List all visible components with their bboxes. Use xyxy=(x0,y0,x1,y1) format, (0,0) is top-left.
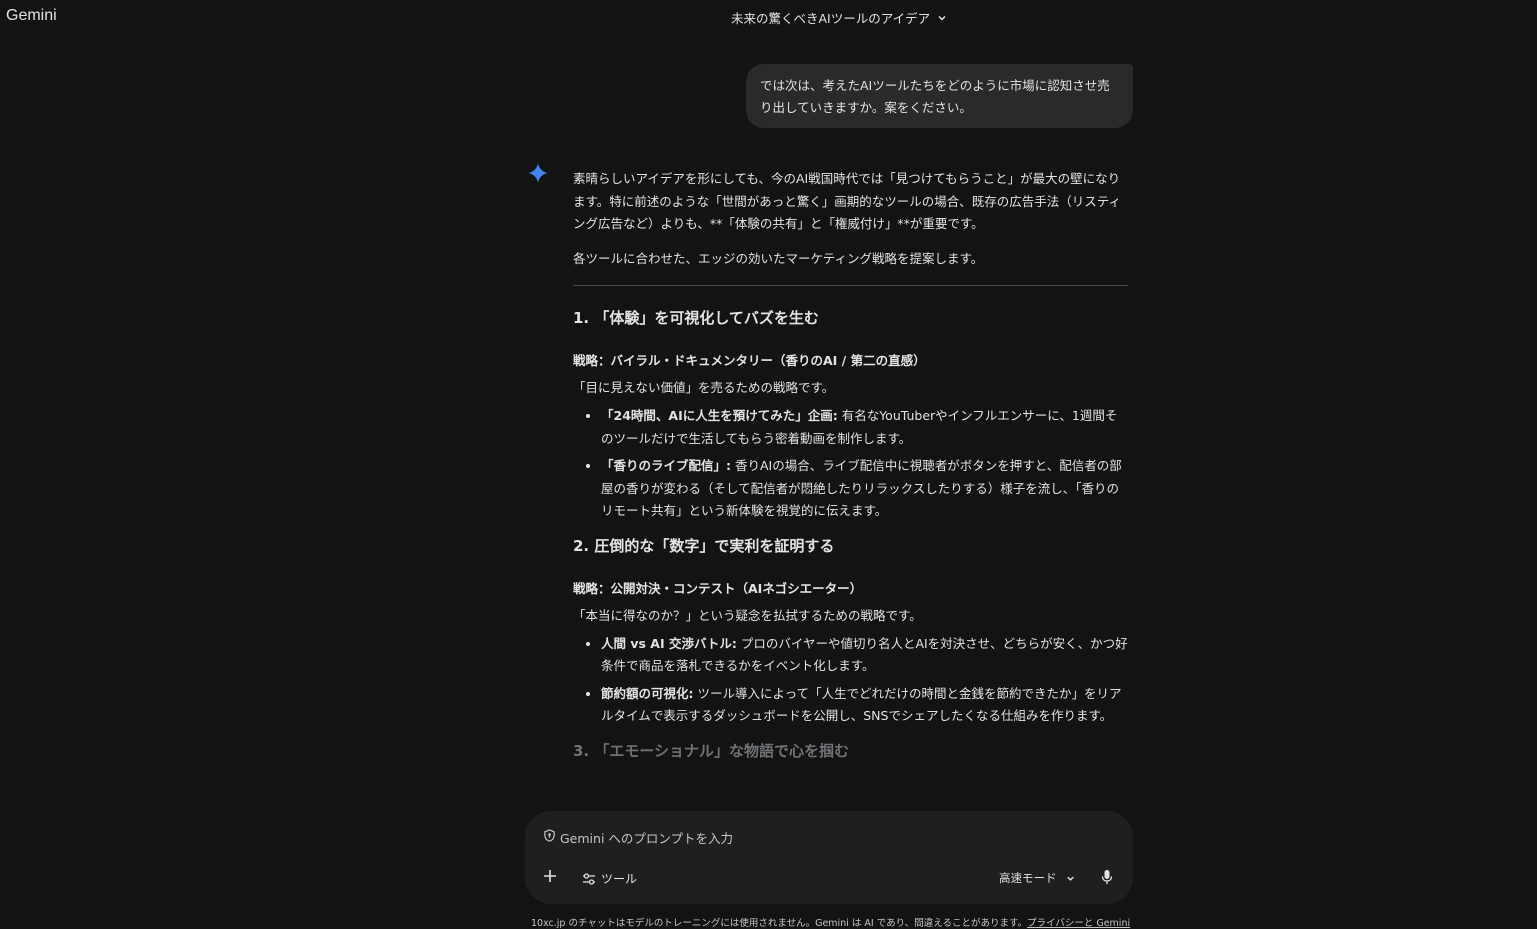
conversation-title-text: 未来の驚くべきAIツールのアイデア xyxy=(731,11,931,26)
shield-icon xyxy=(544,829,555,842)
privacy-link[interactable]: プライバシーと Gemini xyxy=(1027,918,1130,929)
bullet-list: 「24時間、AIに人生を預けてみた」企画: 有名なYouTuberやインフルエン… xyxy=(573,405,1128,523)
chevron-down-icon xyxy=(1066,876,1074,881)
bullet-title: 人間 vs AI 交渉バトル: xyxy=(601,635,737,651)
prompt-input[interactable]: Gemini へのプロンプトを入力 xyxy=(560,828,733,847)
add-button[interactable] xyxy=(541,867,559,885)
bullet-title: 「24時間、AIに人生を預けてみた」企画: xyxy=(601,408,838,423)
footer-disclaimer: 10xc.jp のチャットはモデルのトレーニングには使用されません。Gemini… xyxy=(531,915,1130,929)
section-strategy: 戦略：バイラル・ドキュメンタリー（香りのAI / 第二の直感） xyxy=(573,353,926,368)
conversation-title[interactable]: 未来の驚くべきAIツールのアイデア xyxy=(731,8,948,27)
response-intro: 素晴らしいアイデアを形にしても、今のAI戦国時代では「見つけてもらうこと」が最大… xyxy=(573,171,1122,231)
tools-label: ツール xyxy=(601,872,638,886)
section-lead: 「本当に得なのか？」という疑念を払拭するための戦略です。 xyxy=(573,607,922,623)
tools-button[interactable]: ツール xyxy=(582,870,637,887)
mode-selector[interactable]: 高速モード xyxy=(999,870,1076,886)
gemini-logo[interactable]: Gemini xyxy=(6,7,57,25)
gemini-spark-icon xyxy=(528,163,548,183)
section-heading: 1. 「体験」を可視化してバズを生む xyxy=(573,309,819,327)
list-item: 「24時間、AIに人生を預けてみた」企画: 有名なYouTuberやインフルエン… xyxy=(601,405,1128,450)
plus-icon xyxy=(544,870,556,882)
bullet-title: 節約額の可視化: xyxy=(601,685,694,701)
bullet-list: 人間 vs AI 交渉バトル: プロのバイヤーや値切り名人とAIを対決させ、どち… xyxy=(573,633,1128,728)
section-1: 1. 「体験」を可視化してバズを生む 戦略：バイラル・ドキュメンタリー（香りのA… xyxy=(573,304,1128,523)
response-intro-2: 各ツールに合わせた、エッジの効いたマーケティング戦略を提案します。 xyxy=(573,250,984,266)
tools-icon xyxy=(583,872,595,885)
section-2: 2. 圧倒的な「数字」で実利を証明する 戦略：公開対決・コンテスト（AIネゴシエ… xyxy=(573,532,1128,728)
prompt-input-box[interactable]: Gemini へのプロンプトを入力 ツール 高速モード xyxy=(525,811,1133,904)
divider xyxy=(573,285,1128,286)
model-response: 素晴らしいアイデアを形にしても、今のAI戦国時代では「見つけてもらうこと」が最大… xyxy=(573,168,1128,783)
section-lead: 「目に見えない価値」を売るための戦略です。 xyxy=(573,380,835,395)
bullet-title: 「香りのライブ配信」: xyxy=(601,458,731,473)
mode-label: 高速モード xyxy=(999,871,1057,885)
list-item: 人間 vs AI 交渉バトル: プロのバイヤーや値切り名人とAIを対決させ、どち… xyxy=(601,633,1128,678)
footer-text: 10xc.jp のチャットはモデルのトレーニングには使用されません。Gemini… xyxy=(531,918,1028,929)
mic-icon[interactable] xyxy=(1100,869,1114,885)
section-heading-partial: 3. 「エモーショナル」な物語で心を掴む xyxy=(573,741,850,760)
section-heading: 2. 圧倒的な「数字」で実利を証明する xyxy=(573,536,835,555)
section-strategy: 戦略：公開対決・コンテスト（AIネゴシエーター） xyxy=(573,580,863,596)
chevron-down-icon xyxy=(938,15,946,21)
user-message: では次は、考えたAIツールたちをどのように市場に認知させ売り出していきますか。案… xyxy=(746,64,1133,128)
list-item: 節約額の可視化: ツール導入によって「人生でどれだけの時間と金銭を節約できたか」… xyxy=(601,683,1128,728)
list-item: 「香りのライブ配信」: 香りAIの場合、ライブ配信中に視聴者がボタンを押すと、配… xyxy=(601,455,1128,523)
